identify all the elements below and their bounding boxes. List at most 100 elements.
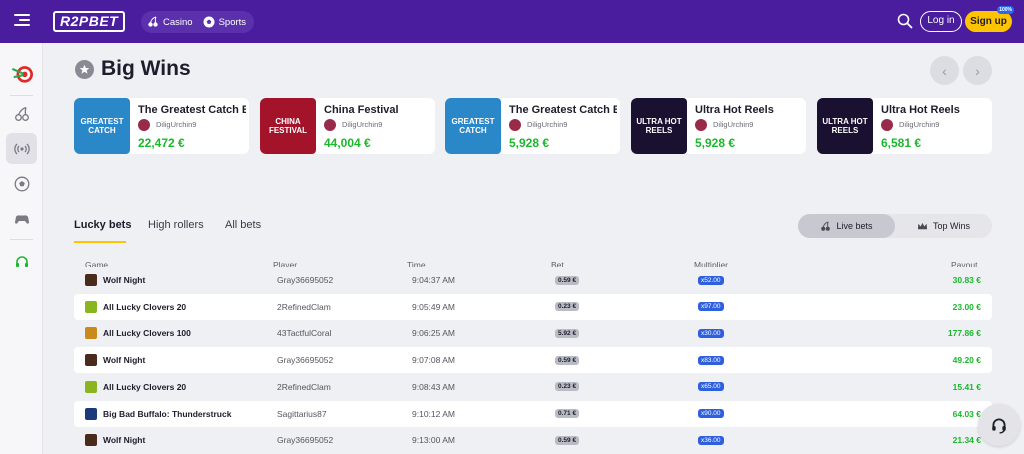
table-row: Big Bad Buffalo: Thunderstruck Sagittariu…: [74, 400, 992, 427]
game-thumbnail-text: GREATEST CATCH: [451, 117, 495, 135]
sidebar-item-live[interactable]: [6, 133, 37, 164]
game-name: All Lucky Clovers 20: [103, 301, 187, 312]
multiplier-badge: x52.00: [698, 275, 724, 285]
multiplier-badge: x83.00: [698, 355, 724, 365]
tab-high-rollers[interactable]: High rollers: [148, 219, 204, 231]
sidebar-item-sports-darts[interactable]: [6, 57, 37, 88]
avatar: [509, 119, 521, 131]
nav-casino[interactable]: Casino: [147, 16, 193, 28]
top-wins-toggle[interactable]: Top Wins: [895, 214, 992, 238]
multiplier-badge: x30.00: [698, 328, 724, 338]
top-nav: Casino Sports: [141, 11, 255, 33]
game-name: All Lucky Clovers 100: [103, 328, 191, 339]
sidebar-item-esports[interactable]: [6, 203, 37, 234]
avatar: [324, 119, 336, 131]
payout-cell: 15.41 €: [952, 381, 981, 392]
big-win-amount: 5,928 €: [695, 136, 736, 150]
chevron-left-icon: ‹: [942, 62, 947, 79]
big-win-game-name[interactable]: Ultra Hot Reels: [881, 104, 989, 116]
player-cell: Sagittarius87: [277, 408, 327, 419]
game-cell[interactable]: All Lucky Clovers 100: [85, 320, 191, 346]
search-icon[interactable]: [897, 13, 913, 29]
bet-cell: 0.59 €: [555, 427, 580, 453]
game-cell[interactable]: Wolf Night: [85, 427, 145, 453]
gamepad-icon: [14, 214, 29, 224]
big-win-card[interactable]: GREATEST CATCH The Greatest Catch Bo Dilig…: [74, 98, 249, 154]
bet-cell: 0.23 €: [555, 294, 580, 320]
game-cell[interactable]: Wolf Night: [85, 267, 145, 293]
payout-cell: 64.03 €: [952, 408, 981, 419]
game-thumbnail-text: CHINA FESTIVAL: [268, 117, 308, 135]
big-win-user: DiligUrchin9: [713, 120, 754, 129]
login-button[interactable]: Log in: [920, 11, 962, 32]
multiplier-cell: x52.00: [698, 267, 724, 293]
time-cell: 9:07:08 AM: [412, 355, 456, 366]
player-cell: Gray36695052: [277, 435, 334, 446]
live-bets-toggle[interactable]: Live bets: [798, 214, 895, 238]
game-thumbnail[interactable]: GREATEST CATCH: [445, 98, 501, 154]
big-win-card[interactable]: ULTRA HOT REELS Ultra Hot Reels DiligUrchi…: [817, 98, 992, 154]
big-win-game-name[interactable]: China Festival: [324, 104, 432, 116]
payout-cell: 23.00 €: [952, 301, 981, 312]
game-cell[interactable]: All Lucky Clovers 20: [85, 294, 186, 320]
big-win-card[interactable]: GREATEST CATCH The Greatest Catch Bo Dilig…: [445, 98, 620, 154]
bet-badge: 0.59 €: [555, 435, 580, 445]
game-cell[interactable]: Wolf Night: [85, 347, 145, 373]
bet-cell: 0.59 €: [555, 347, 580, 373]
payout-cell: 49.20 €: [952, 355, 981, 366]
logo[interactable]: R2PBET: [53, 11, 126, 32]
bet-cell: 5.92 €: [555, 320, 580, 346]
sidebar-item-sports[interactable]: [6, 168, 37, 199]
game-thumbnail[interactable]: ULTRA HOT REELS: [631, 98, 687, 154]
game-thumbnail[interactable]: CHINA FESTIVAL: [260, 98, 316, 154]
player-cell: 2RefinedClam: [277, 301, 331, 312]
table-row: Wolf Night Gray36695052 9:04:37 AM 0.59 € x5…: [74, 267, 992, 293]
game-icon: [85, 380, 97, 393]
bet-badge: 0.23 €: [555, 382, 580, 392]
multiplier-badge: x36.00: [698, 435, 724, 445]
game-thumbnail[interactable]: ULTRA HOT REELS: [817, 98, 873, 154]
headset-icon: [15, 255, 28, 267]
game-thumbnail-text: ULTRA HOT REELS: [822, 117, 868, 135]
tab-lucky-bets[interactable]: Lucky bets: [74, 219, 131, 231]
nav-casino-label: Casino: [163, 16, 193, 28]
avatar: [138, 119, 150, 131]
multiplier-cell: x30.00: [698, 320, 724, 346]
time-cell: 9:04:37 AM: [412, 275, 456, 285]
sidebar-item-casino[interactable]: [6, 98, 37, 129]
time-cell: 9:05:49 AM: [412, 301, 456, 312]
support-chat-button[interactable]: [978, 404, 1020, 446]
big-win-game-name[interactable]: The Greatest Catch Bo: [509, 104, 617, 116]
top-wins-label: Top Wins: [932, 221, 970, 231]
multiplier-cell: x65.00: [698, 374, 724, 400]
big-win-amount: 44,004 €: [324, 136, 371, 150]
game-thumbnail-text: GREATEST CATCH: [80, 117, 124, 135]
carousel-next-button[interactable]: ›: [963, 56, 992, 85]
game-cell[interactable]: All Lucky Clovers 20: [85, 374, 186, 400]
payout-cell: 21.34 €: [952, 435, 981, 446]
sidebar-item-support[interactable]: [6, 246, 37, 277]
big-win-game-name[interactable]: The Greatest Catch Bo: [138, 104, 246, 116]
game-thumbnail[interactable]: GREATEST CATCH: [74, 98, 130, 154]
soccer-ball-icon: [14, 176, 29, 191]
game-icon: [85, 434, 97, 447]
nav-sports[interactable]: Sports: [203, 16, 246, 28]
game-cell[interactable]: Big Bad Buffalo: Thunderstruck: [85, 401, 231, 427]
avatar: [695, 119, 707, 131]
time-cell: 9:10:12 AM: [412, 408, 456, 419]
big-win-game-name[interactable]: Ultra Hot Reels: [695, 104, 803, 116]
big-win-user: DiligUrchin9: [156, 120, 197, 129]
star-icon: [75, 60, 94, 79]
big-win-card[interactable]: ULTRA HOT REELS Ultra Hot Reels DiligUrchi…: [631, 98, 806, 154]
game-name: All Lucky Clovers 20: [103, 381, 187, 392]
menu-icon[interactable]: [14, 14, 30, 28]
tab-all-bets[interactable]: All bets: [225, 219, 261, 231]
big-win-user: DiligUrchin9: [527, 120, 568, 129]
signup-button[interactable]: Sign up 100%: [965, 6, 1014, 32]
game-icon: [85, 327, 97, 340]
payout-cell: 177.86 €: [947, 328, 981, 339]
big-win-card[interactable]: CHINA FESTIVAL China Festival DiligUrchin9…: [260, 98, 435, 154]
cherries-icon: [14, 106, 29, 121]
carousel-prev-button[interactable]: ‹: [930, 56, 959, 85]
player-cell: Gray36695052: [277, 275, 334, 285]
